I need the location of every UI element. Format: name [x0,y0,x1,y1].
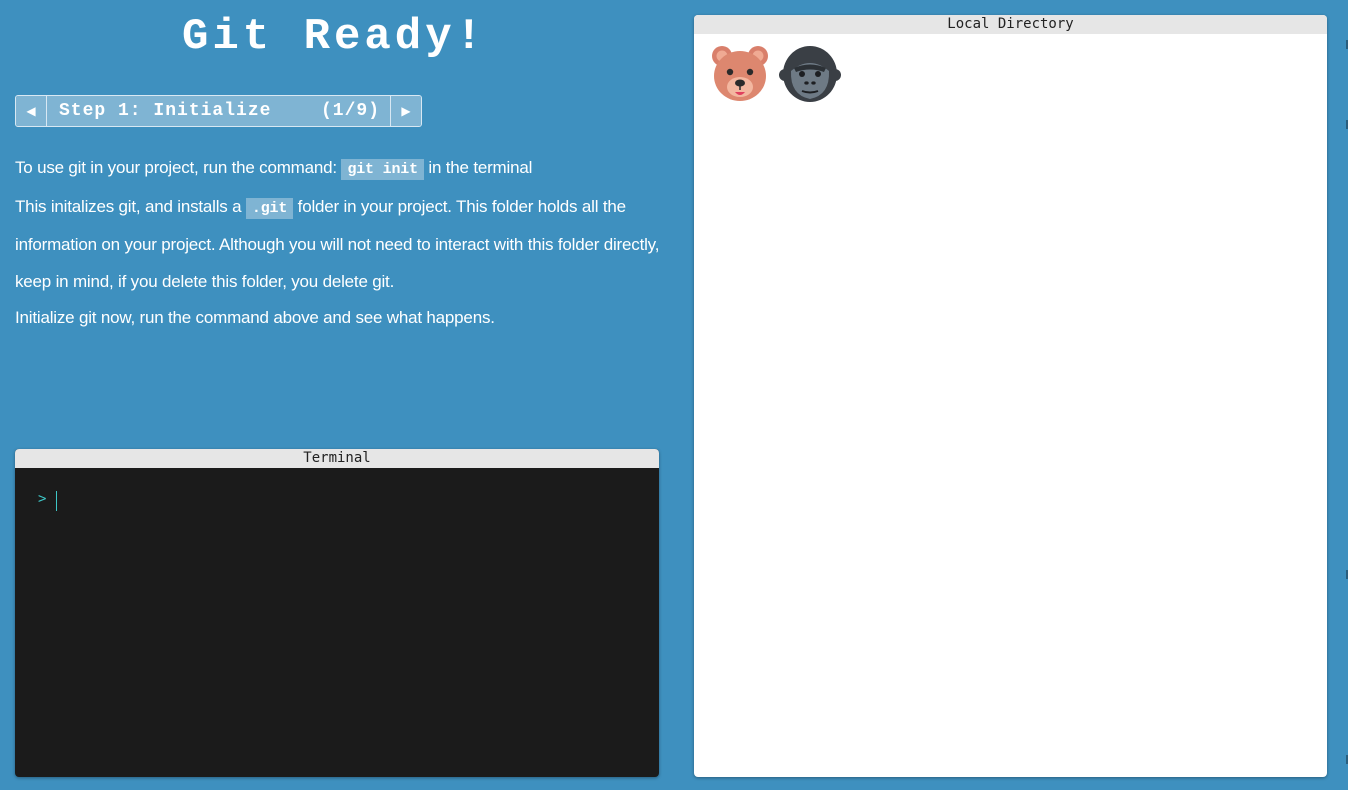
lesson-paragraph-1: To use git in your project, run the comm… [15,158,533,180]
text-cursor [56,491,57,511]
next-step-button[interactable]: ▶ [390,96,421,126]
terminal-window[interactable]: Terminal > [15,449,659,777]
terminal-input-area[interactable]: > [15,468,659,777]
bear-face-icon [712,46,768,101]
local-directory-window: Local Directory [694,15,1327,777]
lesson-paragraph-3: Initialize git now, run the command abov… [15,308,495,327]
lesson-paragraph-2: This initalizes git, and installs a .git… [15,196,660,291]
gorilla-icon [779,46,841,102]
triangle-left-icon: ◀ [26,104,36,118]
step-progress: (1/9) [320,101,380,121]
local-directory-title: Local Directory [694,15,1327,34]
terminal-title: Terminal [15,449,659,468]
local-directory-contents [694,34,1327,777]
inline-code-git-folder: .git [245,197,294,219]
step-name: Step 1: Initialize [59,101,272,121]
lesson-description: To use git in your project, run the comm… [15,150,675,337]
triangle-right-icon: ▶ [401,104,411,118]
inline-code-git-init: git init [341,159,424,180]
terminal-prompt: > [38,491,47,507]
app-title: Git Ready! [181,12,487,62]
step-title: Step 1: Initialize (1/9) [47,96,390,126]
step-navigator: ◀ Step 1: Initialize (1/9) ▶ [15,95,422,127]
previous-step-button[interactable]: ◀ [16,96,47,126]
